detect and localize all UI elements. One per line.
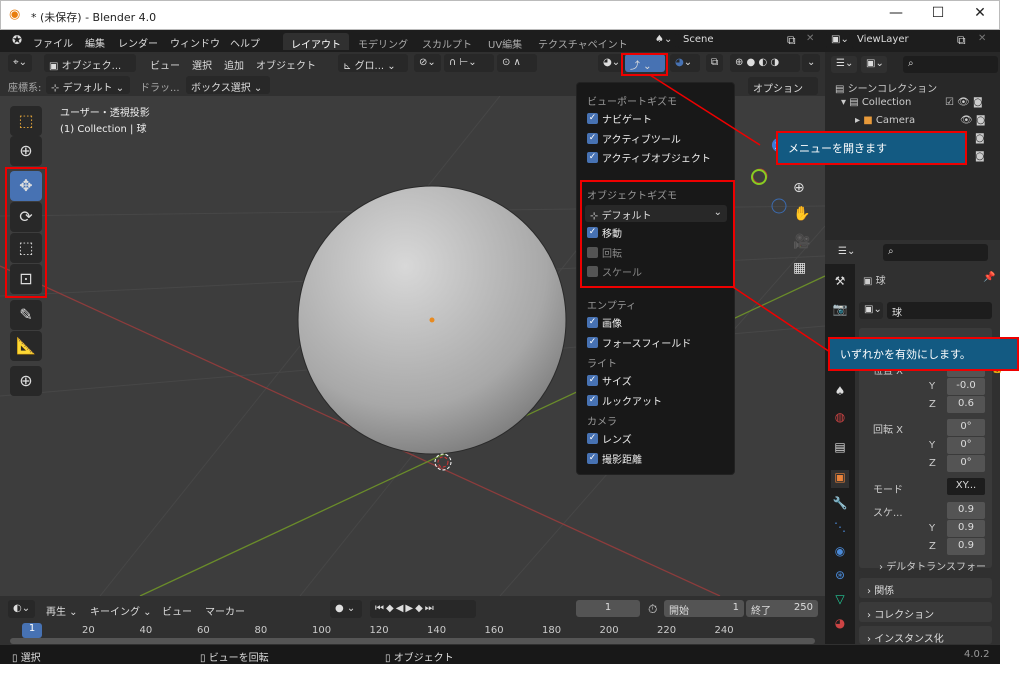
callout-open-menu: メニューを開きます — [776, 131, 967, 165]
gizmo-button-highlight-box — [621, 53, 668, 76]
object-gizmo-highlight-box — [580, 180, 735, 288]
callout-enable-one: いずれかを有効にします。 — [828, 337, 1019, 371]
toolbar-highlight-box — [5, 167, 47, 298]
